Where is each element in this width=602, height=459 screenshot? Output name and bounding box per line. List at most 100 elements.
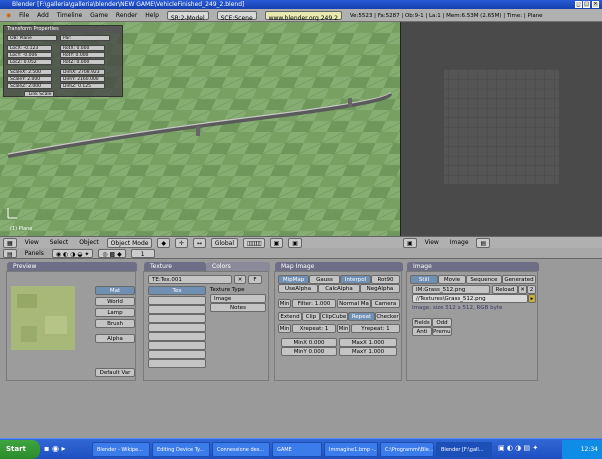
preview-tab[interactable]: Preview xyxy=(7,262,137,271)
view-menu[interactable]: View xyxy=(22,238,42,248)
dim-y-field[interactable]: DimY: 2160.000 xyxy=(60,76,105,82)
texture-name-field[interactable]: TE:Tex.001 xyxy=(148,275,232,284)
image-name-field[interactable]: IM:Grass_512.png xyxy=(412,285,490,294)
menu-add[interactable]: Add xyxy=(37,9,49,21)
preview-mat-button[interactable]: Mat xyxy=(95,286,135,295)
still-toggle[interactable]: Still xyxy=(410,275,438,284)
movie-toggle[interactable]: Movie xyxy=(438,275,466,284)
rot-z-field[interactable]: RotZ: 0.000 xyxy=(60,59,105,65)
map-image-tab[interactable]: Map Image xyxy=(275,262,403,271)
minimize-button[interactable]: _ xyxy=(575,1,582,8)
close-button[interactable]: × xyxy=(592,1,599,8)
rot-y-field[interactable]: RotY: 0.000 xyxy=(60,52,105,58)
reload-button[interactable]: Reload xyxy=(492,285,518,294)
texture-channel-slot[interactable] xyxy=(148,296,206,305)
mirror-y-toggle[interactable]: Min xyxy=(337,324,350,333)
image-editor[interactable] xyxy=(400,22,602,236)
normal-map-toggle[interactable]: Normal Ma xyxy=(337,299,371,308)
taskbar-button[interactable]: Blender - Wikipe... xyxy=(92,442,150,457)
quick-launch-icons[interactable]: ▪ ◉ ▸ xyxy=(44,444,66,453)
maximize-button[interactable]: □ xyxy=(583,1,590,8)
menu-help[interactable]: Help xyxy=(145,9,159,21)
minx-field[interactable]: MinX 0.000 xyxy=(281,338,337,347)
negalpha-toggle[interactable]: NegAlpha xyxy=(360,284,400,293)
premul-toggle[interactable]: Premul xyxy=(432,327,452,336)
texture-channel-slot[interactable] xyxy=(148,350,206,359)
parent-field[interactable]: Par: xyxy=(60,35,110,41)
clip-toggle[interactable]: Clip xyxy=(302,312,320,321)
image-editor-type-icon[interactable]: ▣ xyxy=(403,238,417,248)
interpol-toggle[interactable]: Interpol xyxy=(340,275,371,284)
taskbar-button[interactable]: Editing Device Ty... xyxy=(152,442,210,457)
preview-brush-button[interactable]: Brush xyxy=(95,319,135,328)
texture-notes-button[interactable]: Notes xyxy=(210,303,266,312)
texture-fake-user-button[interactable]: F xyxy=(248,275,262,284)
image-path-field[interactable]: //Textures\Grass_512.png xyxy=(412,294,528,303)
menu-file[interactable]: File xyxy=(19,9,29,21)
colors-tab[interactable]: Colors xyxy=(206,262,270,271)
screen-selector[interactable]: SR:2-Model xyxy=(166,11,209,21)
taskbar-button-active[interactable]: Blender [F:\gall... xyxy=(436,442,492,457)
texture-delete-button[interactable]: ✕ xyxy=(234,275,246,284)
texture-channel-slot[interactable] xyxy=(148,323,206,332)
rot-x-field[interactable]: RotX: 0.000 xyxy=(60,45,105,51)
miny-field[interactable]: MinY 0.000 xyxy=(281,347,337,356)
generated-toggle[interactable]: Generated xyxy=(502,275,536,284)
texture-channel-slot[interactable] xyxy=(148,359,206,368)
menu-render[interactable]: Render xyxy=(116,9,137,21)
normal-space-selector[interactable]: Camera xyxy=(371,299,400,308)
manipulator-icon[interactable]: ↔ xyxy=(192,238,206,248)
image-tab[interactable]: Image xyxy=(407,262,539,271)
loc-z-field[interactable]: LocZ: 0.052 xyxy=(7,59,52,65)
loc-y-field[interactable]: LocY: -0.006 xyxy=(7,52,52,58)
fields-toggle[interactable]: Fields xyxy=(412,318,432,327)
render-icon[interactable]: ▣ xyxy=(288,238,302,248)
taskbar-button[interactable]: C:\Programmi\Ble... xyxy=(380,442,434,457)
gauss-toggle[interactable]: Gauss xyxy=(309,275,340,284)
object-name-field[interactable]: OB: Plane xyxy=(7,35,57,41)
file-browse-icon[interactable]: ▸ xyxy=(528,294,536,303)
dim-x-field[interactable]: DimX: 2708.923 xyxy=(60,69,105,75)
maxy-field[interactable]: MaxY 1.000 xyxy=(339,347,397,356)
usealpha-toggle[interactable]: UseAlpha xyxy=(278,284,318,293)
maxx-field[interactable]: MaxX 1.000 xyxy=(339,338,397,347)
draw-type-icon[interactable]: ◆ xyxy=(157,238,171,248)
object-menu[interactable]: Object xyxy=(76,238,102,248)
preview-world-button[interactable]: World xyxy=(95,297,135,306)
scene-selector[interactable]: SCE:Scene xyxy=(216,11,257,21)
pivot-icon[interactable]: ✛ xyxy=(174,238,188,248)
blender-link[interactable]: www.blender.org 249.2 xyxy=(264,11,342,21)
context-icons[interactable]: ◉ ◐ ◑ ◒ ✦ xyxy=(51,249,94,258)
sequence-toggle[interactable]: Sequence xyxy=(466,275,502,284)
default-vars-button[interactable]: Default Var xyxy=(95,368,135,377)
repeat-toggle[interactable]: Repeat xyxy=(348,312,375,321)
orientation-selector[interactable]: Global xyxy=(210,238,238,248)
editor-type-icon[interactable]: ▦ xyxy=(3,238,17,248)
3d-viewport[interactable]: Transform Properties OB: Plane Par: LocX… xyxy=(0,22,400,236)
clipcube-toggle[interactable]: ClipCube xyxy=(320,312,348,321)
system-tray-icons[interactable]: ▣ ◐ ◑ ▤ ✦ xyxy=(498,444,538,452)
texture-tab[interactable]: Texture xyxy=(144,262,206,271)
checker-toggle[interactable]: Checker xyxy=(375,312,400,321)
image-unlink-button[interactable]: ✕ xyxy=(518,285,527,294)
extend-toggle[interactable]: Extend xyxy=(278,312,302,321)
min-toggle[interactable]: Min xyxy=(278,299,291,308)
image-menu[interactable]: Image xyxy=(447,238,472,248)
start-button[interactable]: Start xyxy=(0,440,40,459)
taskbar-button[interactable]: Connessione des... xyxy=(212,442,270,457)
mirror-x-toggle[interactable]: Min xyxy=(278,324,291,333)
frame-field[interactable]: 1 xyxy=(130,249,155,258)
odd-toggle[interactable]: Odd xyxy=(432,318,452,327)
link-scale-button[interactable]: Link Scale xyxy=(24,91,54,97)
mipmap-toggle[interactable]: MipMap xyxy=(278,275,309,284)
menu-timeline[interactable]: Timeline xyxy=(57,9,83,21)
clock[interactable]: 12:34 xyxy=(562,440,602,459)
yrepeat-field[interactable]: Yrepeat: 1 xyxy=(351,324,400,333)
preview-lamp-button[interactable]: Lamp xyxy=(95,308,135,317)
filter-field[interactable]: Filter: 1.000 xyxy=(292,299,336,308)
menu-game[interactable]: Game xyxy=(90,9,108,21)
loc-x-field[interactable]: LocX: -0.123 xyxy=(7,45,52,51)
texture-channel-slot[interactable] xyxy=(148,305,206,314)
image-browse-icon[interactable]: ▤ xyxy=(476,238,491,248)
texture-channel-slot[interactable] xyxy=(148,341,206,350)
